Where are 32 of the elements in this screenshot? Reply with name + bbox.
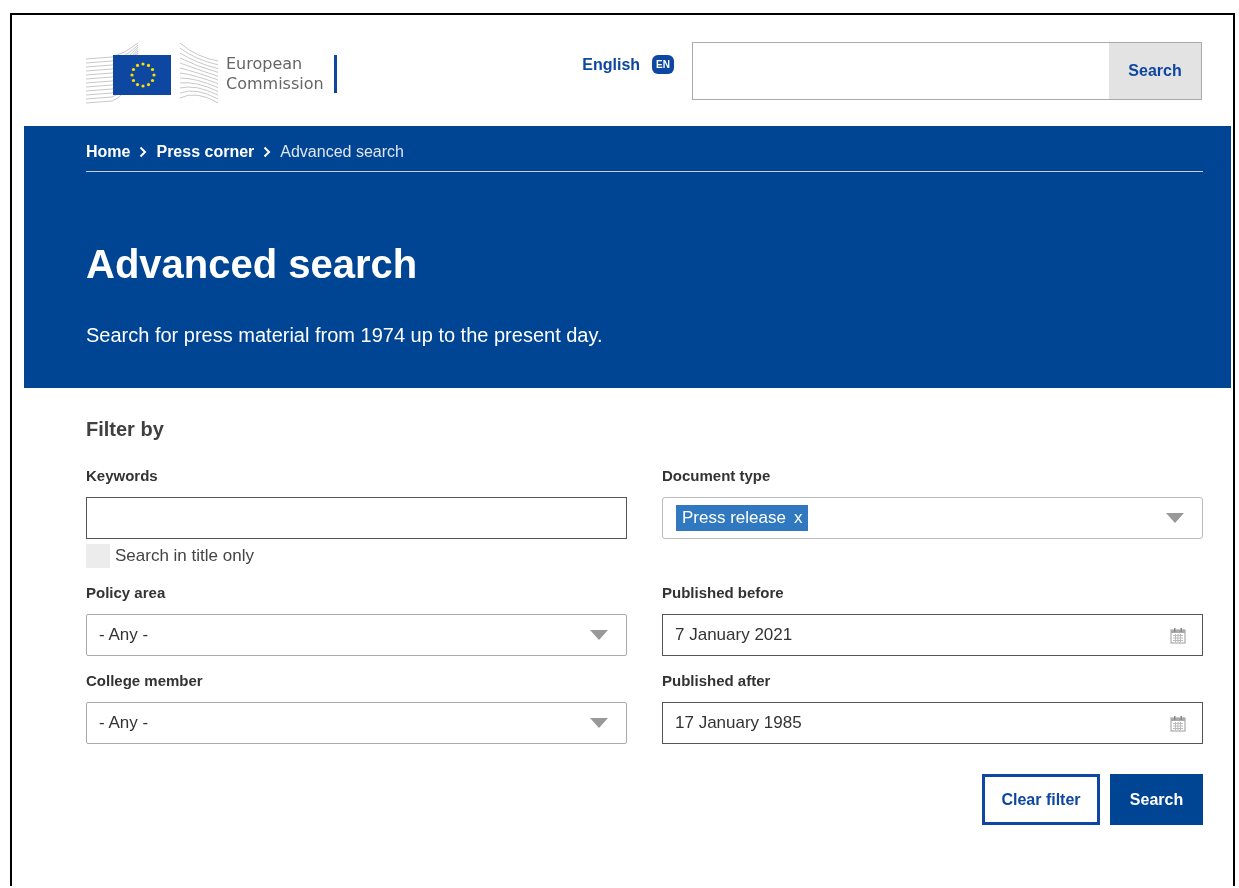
chevron-icon [263, 146, 272, 158]
breadcrumb-link[interactable]: Home [86, 143, 131, 161]
calendar-icon [1170, 626, 1186, 644]
date-field[interactable]: 17 January 1985 [662, 702, 1203, 744]
chevron-icon [139, 146, 148, 158]
breadcrumb-link[interactable]: Press corner [156, 143, 255, 161]
search-button[interactable]: Search [1110, 774, 1203, 825]
field-label: Published before [662, 584, 785, 601]
breadcrumb-link[interactable]: Advanced search [280, 143, 404, 161]
field-label: Keywords [86, 467, 159, 484]
calendar-icon [1170, 714, 1186, 732]
language-badge[interactable]: EN [652, 55, 674, 74]
date-field[interactable]: 7 January 2021 [662, 614, 1203, 656]
select-field[interactable]: - Any - [86, 702, 627, 744]
checkbox-label: Search in title only [115, 546, 254, 566]
logo-text: European Commission [226, 53, 324, 94]
field-label: College member [86, 672, 204, 689]
field-label: Published after [662, 672, 772, 689]
field-label: Document type [662, 467, 772, 484]
caret-icon [1166, 513, 1184, 523]
filter-heading: Filter by [86, 418, 165, 441]
language-link[interactable]: English [582, 55, 641, 74]
caret-icon [590, 630, 608, 640]
select-field[interactable]: Press release x [662, 497, 1203, 539]
field-label: Policy area [86, 584, 167, 601]
clear-filter-button[interactable]: Clear filter [982, 774, 1100, 825]
tag-chip[interactable]: Press release x [676, 505, 809, 531]
select-field[interactable]: - Any - [86, 614, 627, 656]
page-title: Advanced search [86, 242, 419, 287]
caret-icon [590, 718, 608, 728]
intro-text: Search for press material from 1974 up to the present day. [86, 324, 604, 347]
input-field[interactable] [86, 497, 627, 539]
